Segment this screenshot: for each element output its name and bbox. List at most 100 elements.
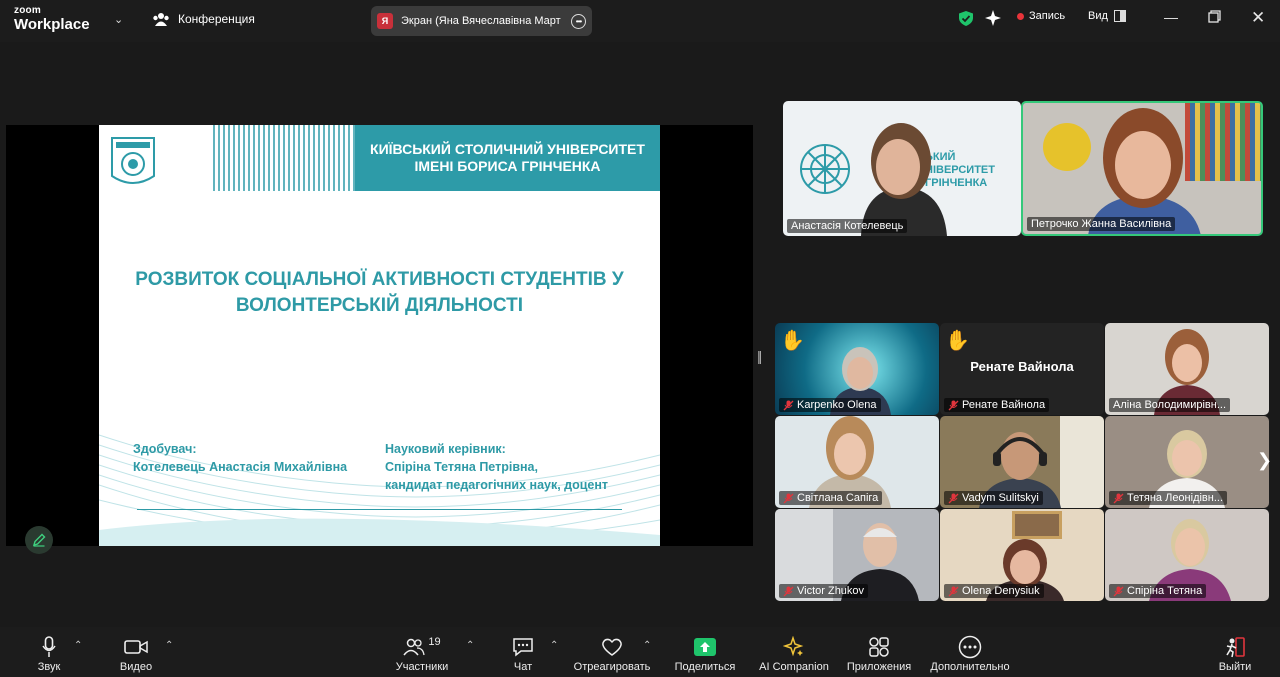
university-line2: ІМЕНІ БОРИСА ГРІНЧЕНКА: [414, 158, 601, 174]
applicant-name: Котелевець Анастасія Михайлівна: [133, 460, 348, 474]
video-tile-renate[interactable]: Ренате Вайнола ✋ Ренате Вайнола: [940, 323, 1104, 415]
audio-label: Звук: [37, 661, 61, 673]
conference-button[interactable]: Конференция: [152, 12, 255, 26]
react-caret-icon[interactable]: ⌃: [643, 640, 651, 651]
view-label: Вид: [1088, 10, 1108, 22]
recording-indicator[interactable]: Запись: [1017, 10, 1065, 22]
chat-label: Чат: [513, 661, 533, 673]
video-tile-victor[interactable]: Victor Zhukov: [775, 509, 939, 601]
ai-companion-button[interactable]: AI Companion: [756, 627, 832, 677]
grid-view-icon: [1113, 10, 1126, 22]
logo-line2: Workplace: [14, 16, 90, 33]
mic-muted-icon: [948, 586, 959, 596]
participant-name: Victor Zhukov: [779, 584, 869, 598]
participant-name: Світлана Сапіга: [779, 491, 883, 505]
supervisor-title: кандидат педагогічних наук, доцент: [385, 478, 609, 492]
video-tile-svitlana[interactable]: Світлана Сапіга: [775, 416, 939, 508]
mic-muted-icon: [783, 586, 794, 596]
mic-muted-icon: [783, 400, 794, 410]
audio-button[interactable]: Звук: [33, 627, 65, 677]
share-button[interactable]: Поделиться: [672, 627, 738, 677]
participant-name: Петрочко Жанна Василівна: [1027, 217, 1176, 231]
more-label: Дополнительно: [930, 661, 1010, 673]
supervisor-block: Науковий керівник: Спіріна Тетяна Петрів…: [385, 440, 608, 494]
mic-muted-icon: [1113, 586, 1124, 596]
window-background: [1060, 416, 1104, 508]
participant-name: Тетяна Леонідівн...: [1109, 491, 1228, 505]
share-label: Поделиться: [674, 661, 736, 673]
participant-name: Vadym Sulitskyi: [944, 491, 1043, 505]
header-stripes: [213, 125, 355, 191]
video-tile-karpenko[interactable]: ✋ Karpenko Olena: [775, 323, 939, 415]
video-tile-tetiana-l[interactable]: Тетяна Леонідівн...: [1105, 416, 1269, 508]
raised-hand-icon: ✋: [780, 330, 805, 352]
participants-button[interactable]: 19 Участники: [390, 627, 454, 677]
split-drag-handle[interactable]: ||: [757, 348, 762, 364]
screen-share-indicator[interactable]: Я Экран (Яна Вячеславівна Март •••: [371, 6, 592, 36]
restore-icon[interactable]: [1208, 10, 1221, 26]
participants-caret-icon[interactable]: ⌃: [466, 640, 474, 651]
share-screen-icon: [694, 638, 716, 656]
applicant-block: Здобувач: Котелевець Анастасія Михайлівн…: [133, 440, 347, 476]
apps-label: Приложения: [846, 661, 912, 673]
video-tile-olena-d[interactable]: Olena Denysiuk: [940, 509, 1104, 601]
slide-title-line2: ВОЛОНТЕРСЬКІЙ ДІЯЛЬНОСТІ: [235, 295, 524, 316]
mic-muted-icon: [783, 493, 794, 503]
chevron-down-icon[interactable]: ⌄: [114, 13, 123, 26]
video-tile-vadym[interactable]: Vadym Sulitskyi: [940, 416, 1104, 508]
people-icon: [153, 13, 169, 26]
screen-share-label: Экран (Яна Вячеславівна Март: [401, 15, 561, 27]
supervisor-name: Спіріна Тетяна Петрівна,: [385, 460, 538, 474]
react-label: Отреагировать: [573, 661, 651, 673]
leave-button[interactable]: Выйти: [1216, 627, 1254, 677]
audio-options-caret-icon[interactable]: ⌃: [74, 640, 82, 651]
close-icon[interactable]: ✕: [1251, 8, 1265, 28]
university-line1: КИЇВСЬКИЙ СТОЛИЧНИЙ УНІВЕРСИТЕТ: [370, 141, 645, 157]
sharer-avatar: Я: [377, 13, 393, 29]
video-tile-featured-1[interactable]: ЬКИЙ НІВЕРСИТЕТ ГРІНЧЕНКА Анастасія Коте…: [783, 101, 1021, 236]
video-tile-alina[interactable]: Аліна Володимирівн...: [1105, 323, 1269, 415]
video-tile-spirina[interactable]: Спіріна Тетяна: [1105, 509, 1269, 601]
supervisor-label: Науковий керівник:: [385, 442, 506, 456]
chat-button[interactable]: Чат: [508, 627, 538, 677]
participant-display-name: Ренате Вайнола: [970, 359, 1074, 374]
pencil-icon: [32, 533, 46, 547]
slide-title-line1: РОЗВИТОК СОЦІАЛЬНОЇ АКТИВНОСТІ СТУДЕНТІВ…: [135, 269, 624, 290]
raised-hand-icon: ✋: [945, 330, 970, 352]
minimize-icon[interactable]: —: [1164, 9, 1178, 25]
participants-count: 19: [428, 636, 441, 648]
participant-name: Ренате Вайнола: [944, 398, 1050, 412]
mic-muted-icon: [948, 400, 959, 410]
annotate-pencil-button[interactable]: [25, 526, 53, 554]
video-button[interactable]: Видео: [116, 627, 156, 677]
record-label: Запись: [1029, 10, 1066, 22]
apps-button[interactable]: Приложения: [843, 627, 915, 677]
participant-name: Olena Denysiuk: [944, 584, 1044, 598]
security-shield-icon[interactable]: [958, 10, 974, 27]
participant-name: Karpenko Olena: [779, 398, 881, 412]
university-header: КИЇВСЬКИЙ СТОЛИЧНИЙ УНІВЕРСИТЕТ ІМЕНІ БО…: [355, 125, 660, 191]
video-options-caret-icon[interactable]: ⌃: [165, 640, 173, 651]
more-options-icon[interactable]: •••: [571, 13, 586, 29]
logo-line1: zoom: [14, 5, 41, 16]
chat-caret-icon[interactable]: ⌃: [550, 640, 558, 651]
presentation-slide: КИЇВСЬКИЙ СТОЛИЧНИЙ УНІВЕРСИТЕТ ІМЕНІ БО…: [99, 125, 660, 546]
ai-sparkle-icon[interactable]: [984, 9, 1002, 27]
participant-name: Анастасія Котелевець: [787, 219, 908, 233]
leave-icon: [1226, 637, 1245, 658]
video-tile-active-speaker[interactable]: Петрочко Жанна Василівна: [1021, 101, 1263, 236]
heart-icon: [602, 638, 622, 656]
react-button[interactable]: Отреагировать: [570, 627, 654, 677]
slide-title: РОЗВИТОК СОЦІАЛЬНОЇ АКТИВНОСТІ СТУДЕНТІВ…: [119, 267, 640, 319]
participant-name: Спіріна Тетяна: [1109, 584, 1207, 598]
video-camera-icon: [124, 640, 148, 654]
more-icon: [958, 635, 982, 659]
video-label: Видео: [119, 661, 153, 673]
zoom-workplace-logo[interactable]: zoom Workplace: [14, 5, 90, 33]
microphone-icon: [42, 636, 56, 657]
view-button[interactable]: Вид: [1088, 10, 1126, 22]
mic-muted-icon: [948, 493, 959, 503]
gallery-next-page-icon[interactable]: ❯: [1257, 450, 1272, 471]
more-button[interactable]: Дополнительно: [926, 627, 1014, 677]
ai-companion-label: AI Companion: [759, 661, 829, 673]
